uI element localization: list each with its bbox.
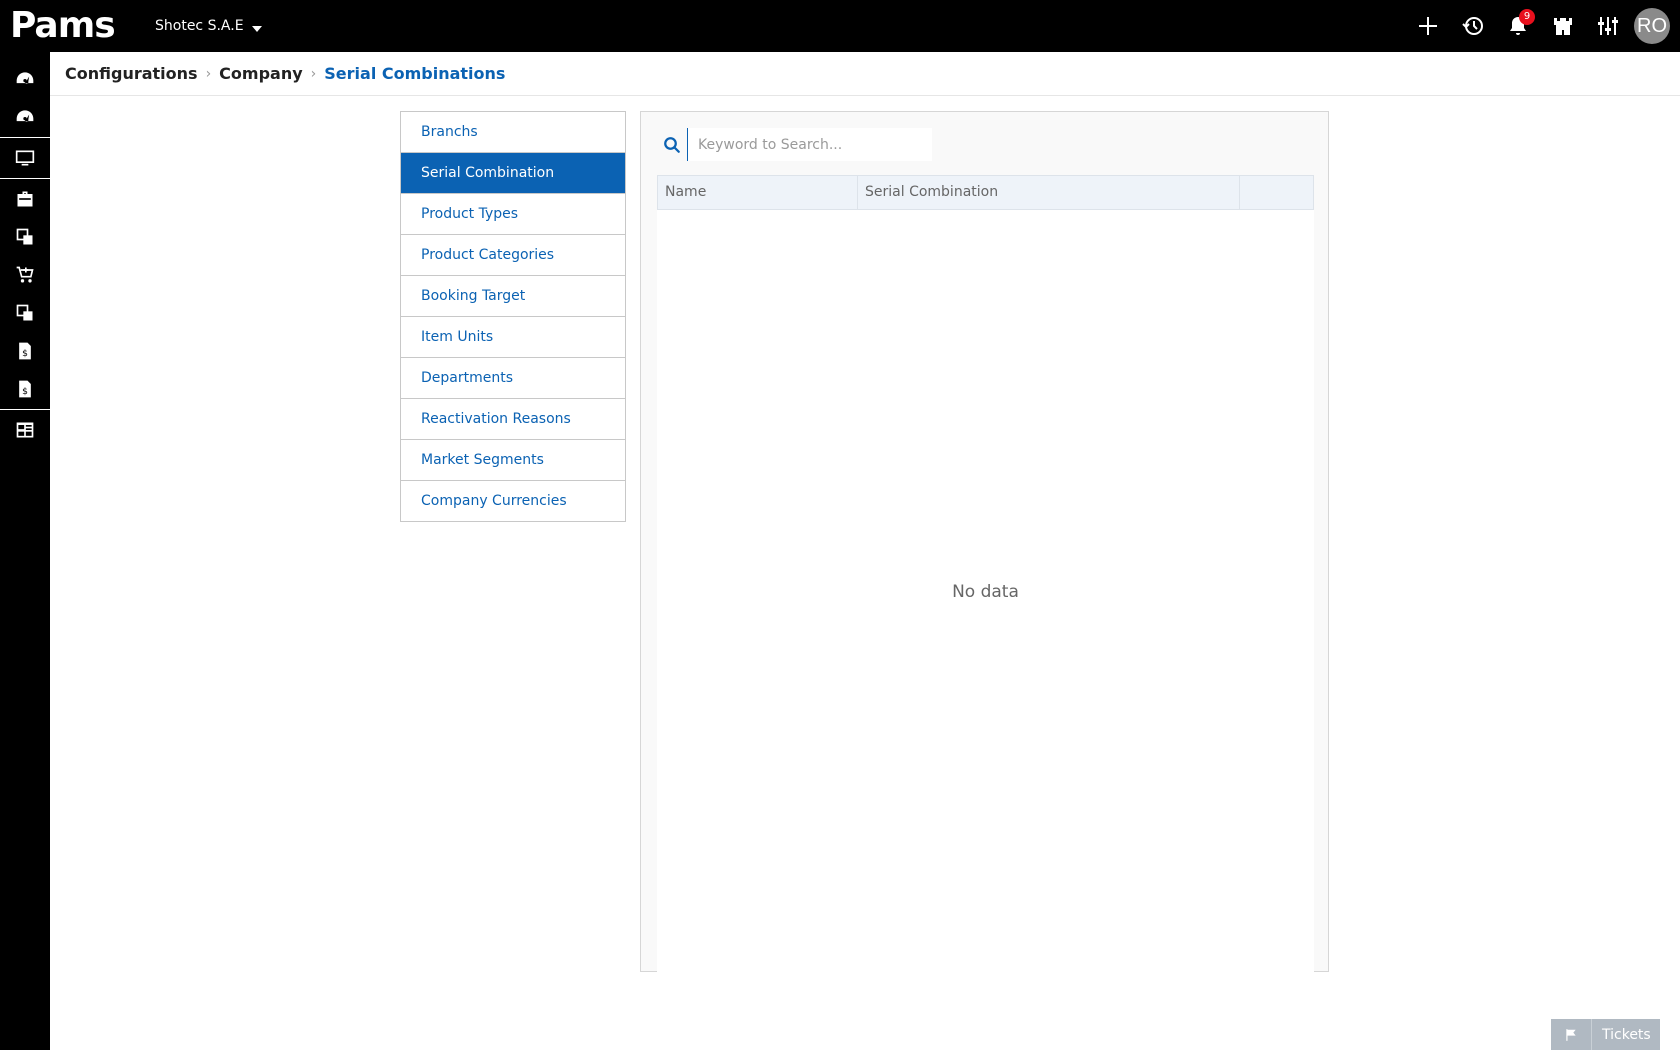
invoice-icon: $ bbox=[19, 342, 31, 360]
tickets-label: Tickets bbox=[1602, 1026, 1651, 1043]
company-name: Shotec S.A.E bbox=[155, 18, 244, 34]
sidebar-item-sales[interactable] bbox=[0, 256, 50, 294]
sidebar-divider bbox=[0, 178, 50, 179]
history-button[interactable] bbox=[1450, 0, 1495, 52]
stock-icon bbox=[16, 228, 33, 245]
empty-state-text: No data bbox=[952, 582, 1019, 602]
menu-item-serial-combination[interactable]: Serial Combination bbox=[401, 153, 625, 194]
column-header-serial-combination[interactable]: Serial Combination bbox=[858, 176, 1240, 209]
history-icon bbox=[1461, 17, 1483, 35]
menu-item-booking-target[interactable]: Booking Target bbox=[401, 276, 625, 317]
sidebar-item-stock-2[interactable] bbox=[0, 294, 50, 332]
menu-item-company-currencies[interactable]: Company Currencies bbox=[401, 481, 625, 521]
chevron-right-icon: › bbox=[310, 65, 317, 82]
castle-icon bbox=[1553, 18, 1572, 35]
dashboard-icon bbox=[16, 72, 34, 84]
sidebar-item-reports[interactable] bbox=[0, 411, 50, 449]
column-header-actions bbox=[1240, 176, 1313, 209]
cart-icon bbox=[16, 266, 34, 283]
dashboard-icon bbox=[16, 110, 34, 122]
sidebar-item-stock[interactable] bbox=[0, 218, 50, 256]
user-avatar[interactable]: RO bbox=[1634, 8, 1670, 44]
settings-button[interactable] bbox=[1585, 0, 1630, 52]
chevron-right-icon: › bbox=[205, 65, 212, 82]
table-header: Name Serial Combination bbox=[657, 175, 1314, 210]
sidebar-item-dashboard[interactable] bbox=[0, 60, 50, 98]
breadcrumb-configurations[interactable]: Configurations bbox=[65, 64, 198, 83]
sidebar-divider bbox=[0, 409, 50, 410]
invoice-icon: $ bbox=[19, 380, 31, 398]
column-header-name[interactable]: Name bbox=[658, 176, 858, 209]
search-input[interactable] bbox=[687, 128, 932, 161]
company-selector[interactable]: Shotec S.A.E bbox=[155, 18, 262, 34]
notification-badge: 9 bbox=[1519, 9, 1535, 25]
menu-item-item-units[interactable]: Item Units bbox=[401, 317, 625, 358]
table-body: No data bbox=[657, 210, 1314, 972]
sidebar-divider bbox=[0, 137, 50, 138]
svg-text:$: $ bbox=[22, 348, 28, 359]
app-logo[interactable]: Pams bbox=[10, 5, 116, 46]
castle-button[interactable] bbox=[1540, 0, 1585, 52]
add-icon bbox=[1418, 17, 1437, 35]
menu-item-product-categories[interactable]: Product Categories bbox=[401, 235, 625, 276]
briefcase-icon bbox=[17, 191, 33, 207]
top-bar: Pams Shotec S.A.E 9 RO bbox=[0, 0, 1680, 52]
breadcrumb-serial-combinations: Serial Combinations bbox=[324, 64, 506, 83]
sidebar-item-configurations[interactable] bbox=[0, 139, 50, 177]
menu-item-branchs[interactable]: Branchs bbox=[401, 112, 625, 153]
flag-icon bbox=[1551, 1019, 1592, 1050]
menu-item-departments[interactable]: Departments bbox=[401, 358, 625, 399]
menu-item-product-types[interactable]: Product Types bbox=[401, 194, 625, 235]
report-icon bbox=[16, 422, 34, 438]
sliders-icon bbox=[1597, 17, 1618, 35]
left-sidebar: $ $ bbox=[0, 52, 50, 1050]
breadcrumb: Configurations › Company › Serial Combin… bbox=[50, 52, 1680, 96]
company-config-menu: Branchs Serial Combination Product Types… bbox=[400, 111, 626, 522]
serial-combinations-panel: Name Serial Combination No data bbox=[640, 111, 1329, 972]
breadcrumb-company[interactable]: Company bbox=[219, 64, 302, 83]
search-bar bbox=[657, 128, 932, 161]
monitor-icon bbox=[15, 150, 35, 166]
sidebar-item-invoices-2[interactable]: $ bbox=[0, 370, 50, 408]
tickets-button[interactable]: Tickets bbox=[1551, 1019, 1660, 1050]
logo-text: Pams bbox=[10, 5, 116, 46]
notifications-button[interactable]: 9 bbox=[1495, 0, 1540, 52]
stock-icon bbox=[16, 304, 33, 321]
menu-item-market-segments[interactable]: Market Segments bbox=[401, 440, 625, 481]
sidebar-item-dashboard-2[interactable] bbox=[0, 98, 50, 136]
sidebar-item-hr[interactable] bbox=[0, 180, 50, 218]
add-button[interactable] bbox=[1405, 0, 1450, 52]
top-actions: 9 RO bbox=[1405, 0, 1680, 52]
caret-down-icon bbox=[251, 26, 262, 32]
menu-item-reactivation-reasons[interactable]: Reactivation Reasons bbox=[401, 399, 625, 440]
svg-text:$: $ bbox=[22, 386, 28, 397]
search-icon[interactable] bbox=[657, 128, 687, 161]
sidebar-item-invoices[interactable]: $ bbox=[0, 332, 50, 370]
